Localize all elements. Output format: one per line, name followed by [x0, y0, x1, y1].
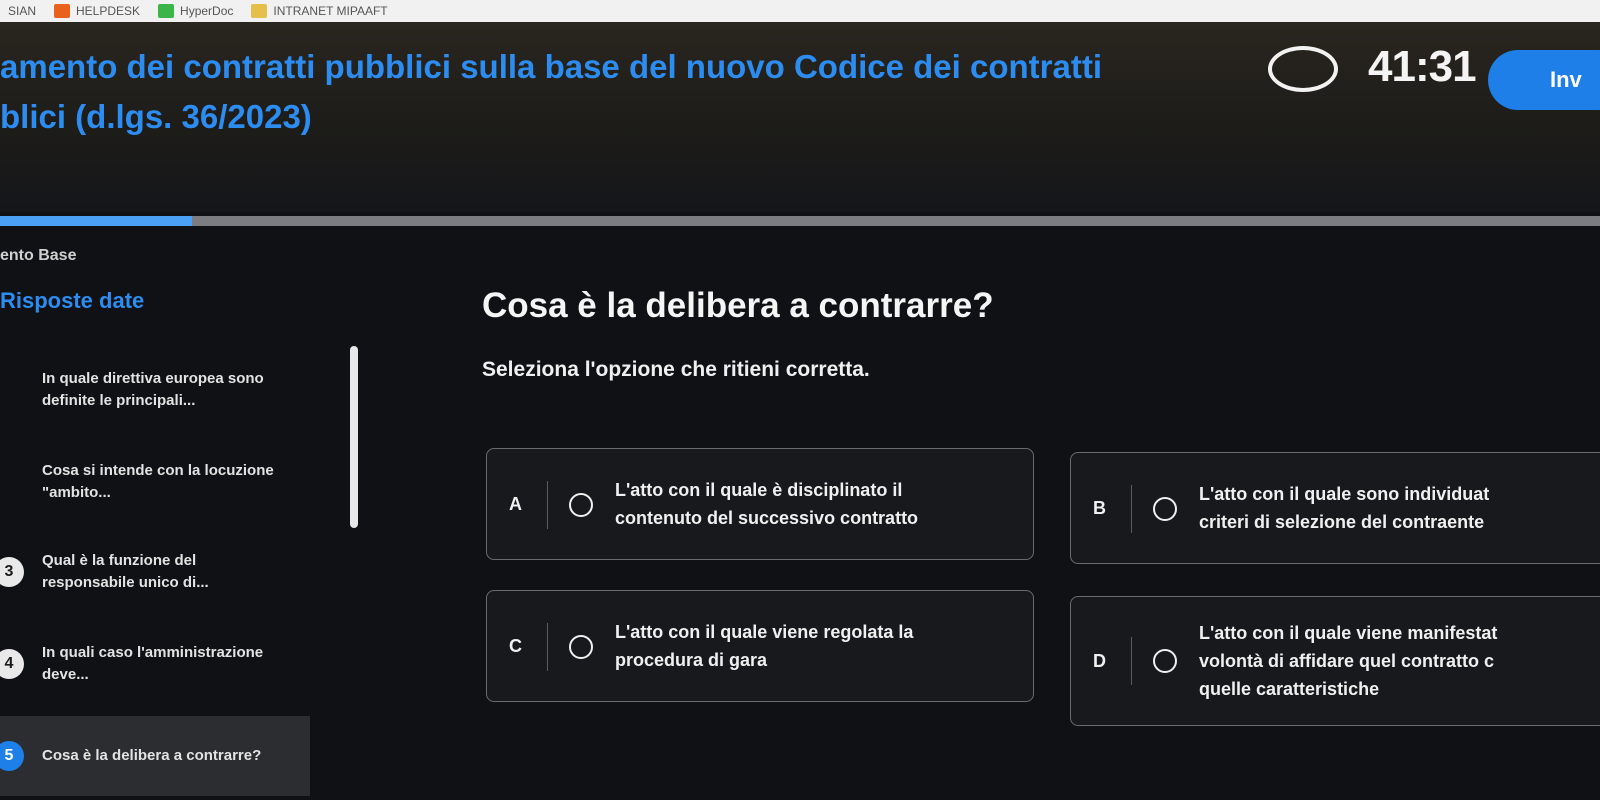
- question-item-text: Cosa è la delibera a contrarre?: [42, 747, 262, 764]
- option-b[interactable]: B L'atto con il quale sono individuat cr…: [1070, 452, 1600, 564]
- helpdesk-icon: [54, 4, 71, 18]
- bookmark-label: HyperDoc: [180, 4, 234, 18]
- question-item-3[interactable]: 3 Qual è la funzione del responsabile un…: [0, 532, 310, 612]
- section-label: ento Base: [0, 247, 77, 264]
- radio-icon[interactable]: [569, 493, 593, 517]
- intranet-icon: [251, 4, 268, 18]
- course-title-line-1: amento dei contratti pubblici sulla base…: [0, 48, 1102, 85]
- question-item-text: In quale direttiva europea sono definite…: [42, 370, 264, 409]
- progress-track: [0, 216, 1600, 226]
- question-item-1[interactable]: In quale direttiva europea sono definite…: [0, 350, 310, 430]
- question-item-text: In quali caso l'amministrazione deve...: [42, 644, 264, 683]
- option-text: L'atto con il quale viene regolata la pr…: [615, 622, 914, 670]
- bookmarks-bar: SIAN HELPDESK HyperDoc INTRANET MIPAAFT: [0, 0, 1600, 22]
- question-title: Cosa è la delibera a contrarre?: [482, 286, 994, 325]
- question-item-text: Qual è la funzione del responsabile unic…: [42, 552, 209, 591]
- bookmark-intranet[interactable]: INTRANET MIPAAFT: [251, 4, 388, 18]
- timer-ring-icon: [1268, 46, 1338, 92]
- question-item-5[interactable]: 5 Cosa è la delibera a contrarre?: [0, 716, 310, 796]
- option-text: L'atto con il quale viene manifestat vol…: [1199, 623, 1498, 699]
- question-number: 4: [0, 649, 24, 679]
- submit-button[interactable]: Inv: [1488, 50, 1600, 110]
- question-item-text: Cosa si intende con la locuzione "ambito…: [42, 462, 274, 501]
- option-divider: [1131, 485, 1132, 533]
- bookmark-label: INTRANET MIPAAFT: [273, 4, 388, 18]
- course-title: amento dei contratti pubblici sulla base…: [0, 42, 1200, 142]
- question-number: 3: [0, 557, 24, 587]
- sidebar-scrollbar[interactable]: [350, 346, 358, 528]
- radio-icon[interactable]: [1153, 497, 1177, 521]
- answers-title: Risposte date: [0, 288, 145, 313]
- progress-fill: [0, 216, 192, 226]
- option-letter: C: [509, 635, 522, 656]
- option-divider: [1131, 637, 1132, 685]
- bookmark-label: HELPDESK: [76, 4, 141, 18]
- course-header: amento dei contratti pubblici sulla base…: [0, 22, 1600, 212]
- timer: 41:31: [1368, 42, 1477, 91]
- question-item-2[interactable]: Cosa si intende con la locuzione "ambito…: [0, 442, 310, 522]
- option-text: L'atto con il quale è disciplinato il co…: [615, 480, 919, 528]
- bookmark-label: SIAN: [8, 4, 37, 18]
- option-divider: [547, 623, 548, 671]
- hyperdoc-icon: [158, 4, 175, 18]
- question-number: 5: [0, 741, 24, 771]
- course-title-line-2: blici (d.lgs. 36/2023): [0, 98, 312, 135]
- option-letter: B: [1093, 497, 1106, 518]
- bookmark-helpdesk[interactable]: HELPDESK: [54, 4, 140, 18]
- option-d[interactable]: D L'atto con il quale viene manifestat v…: [1070, 596, 1600, 726]
- bookmark-hyperdoc[interactable]: HyperDoc: [158, 4, 233, 18]
- option-letter: D: [1093, 650, 1106, 671]
- bookmark-sian[interactable]: SIAN: [8, 4, 36, 18]
- radio-icon[interactable]: [1153, 649, 1177, 673]
- radio-icon[interactable]: [569, 635, 593, 659]
- option-divider: [547, 481, 548, 529]
- question-instruction: Seleziona l'opzione che ritieni corretta…: [482, 358, 870, 381]
- option-a[interactable]: A L'atto con il quale è disciplinato il …: [486, 448, 1034, 560]
- option-text: L'atto con il quale sono individuat crit…: [1199, 484, 1490, 532]
- question-item-4[interactable]: 4 In quali caso l'amministrazione deve..…: [0, 624, 310, 704]
- option-c[interactable]: C L'atto con il quale viene regolata la …: [486, 590, 1034, 702]
- option-letter: A: [509, 493, 522, 514]
